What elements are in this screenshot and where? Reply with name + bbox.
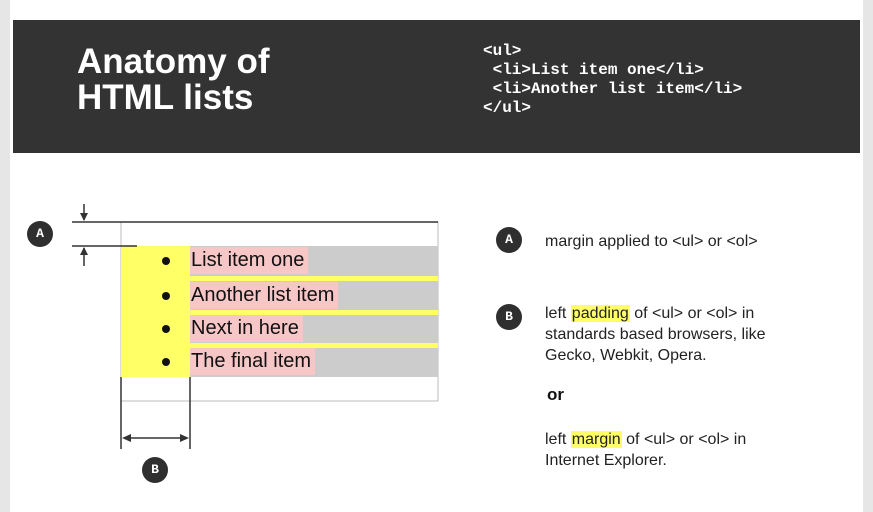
padding-highlight: padding	[570, 305, 630, 322]
explanation-c-prefix: left	[545, 431, 571, 448]
explanation-b-suffix: of <ul> or <ol> in	[629, 305, 755, 322]
badge-a-legend: A	[496, 227, 522, 253]
badge-b-legend: B	[496, 304, 522, 330]
bullet-2	[162, 292, 170, 300]
badge-b-diagram: B	[142, 457, 168, 483]
list-item-2: Another list item	[190, 282, 339, 309]
explanation-a: margin applied to <ul> or <ol>	[545, 231, 758, 252]
badge-a-diagram: A	[27, 221, 53, 247]
explanation-b-line-2: standards based browsers, like	[545, 326, 766, 343]
padding-region	[121, 246, 190, 377]
explanation-b-prefix: left	[545, 305, 571, 322]
or-separator: or	[547, 385, 564, 404]
bullet-1	[162, 257, 170, 265]
explanation-c-suffix: of <ul> or <ol> in	[621, 431, 747, 448]
margin-highlight: margin	[570, 431, 622, 448]
explanation-b-line-3: Gecko, Webkit, Opera.	[545, 347, 707, 364]
li-row-gap-1	[190, 276, 438, 281]
margin-arrowhead-top	[80, 213, 88, 221]
explanation-c-line-2: Internet Explorer.	[545, 452, 667, 469]
margin-arrowhead-bottom	[80, 247, 88, 255]
list-item-4: The final item	[190, 348, 316, 375]
explanation-b: left padding of <ul> or <ol> in standard…	[545, 303, 766, 366]
padding-arrowhead-left	[122, 434, 131, 442]
padding-arrowhead-right	[180, 434, 189, 442]
explanation-c: left margin of <ul> or <ol> in Internet …	[545, 429, 746, 471]
list-item-1: List item one	[190, 247, 309, 274]
explanation-a-text: margin applied to <ul> or <ol>	[545, 233, 758, 250]
bullet-3	[162, 325, 170, 333]
list-item-3: Next in here	[190, 315, 303, 342]
bullet-4	[162, 358, 170, 366]
